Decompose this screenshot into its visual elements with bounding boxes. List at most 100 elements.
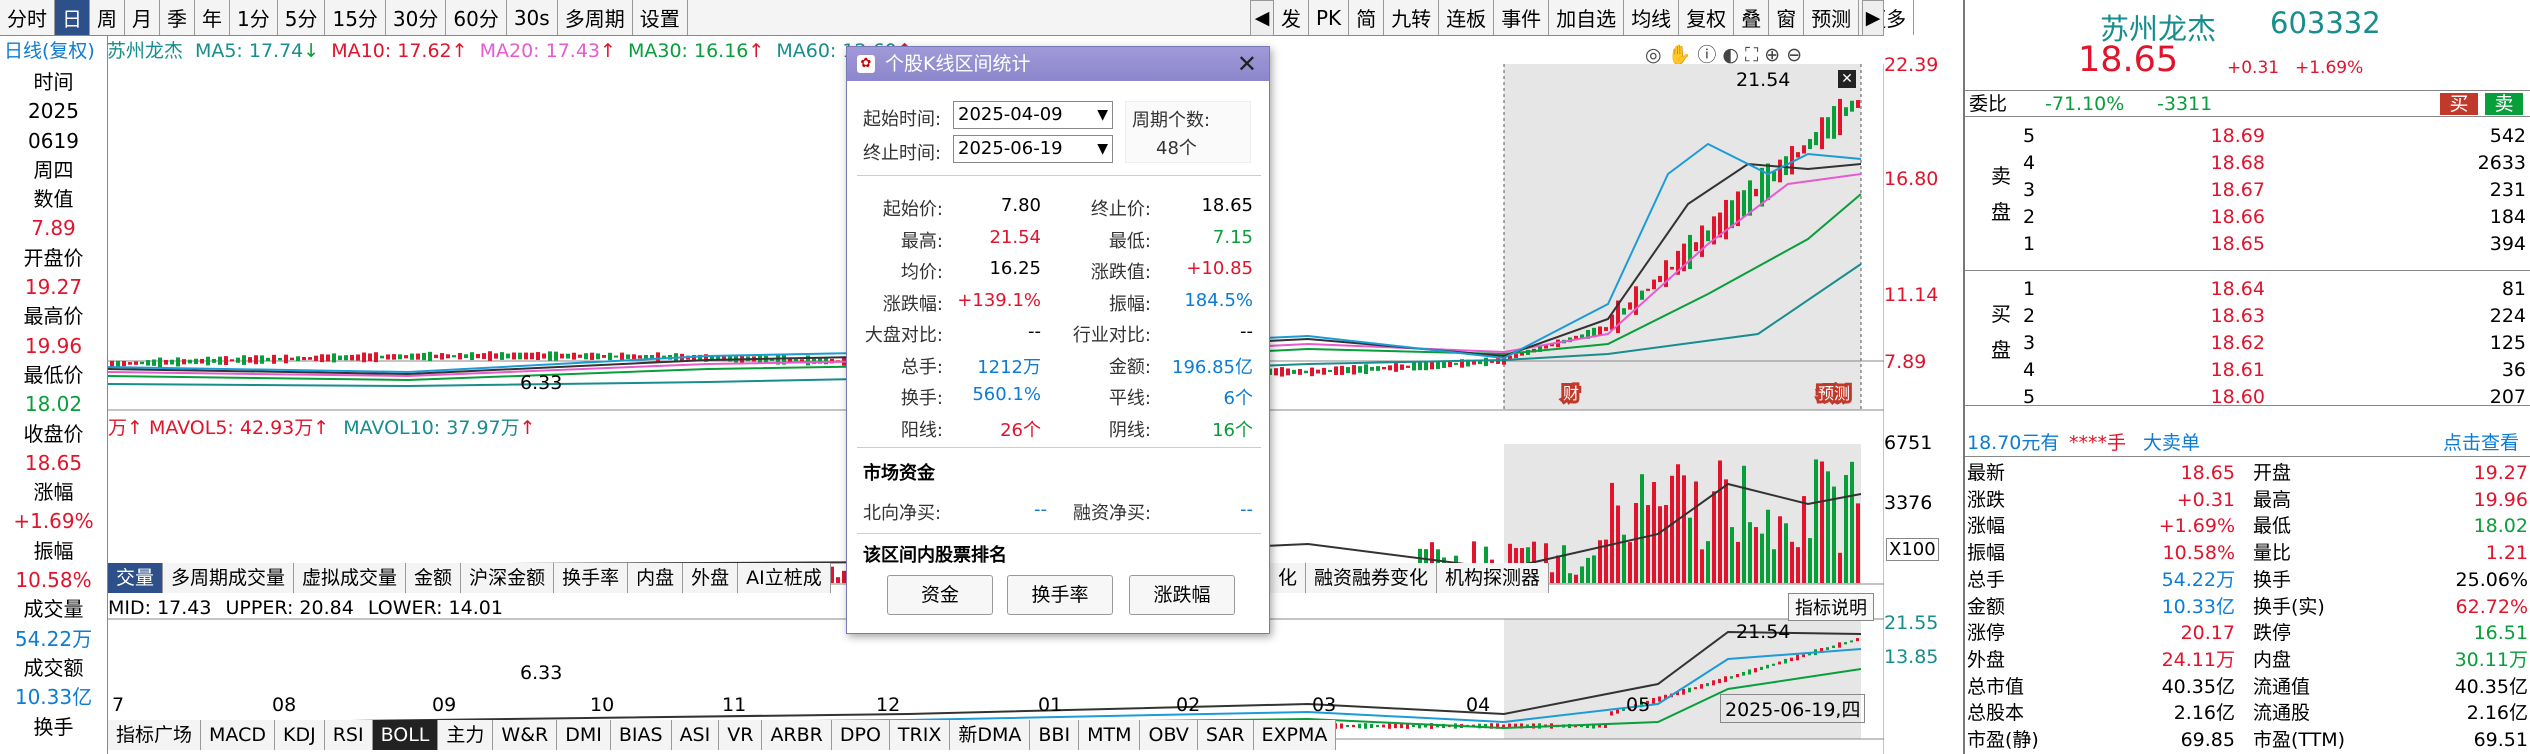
scroll-arrow-right[interactable]: ▶ bbox=[1862, 0, 1884, 36]
bottom-tab-9[interactable]: ASI bbox=[671, 720, 720, 750]
volume-bar bbox=[1814, 459, 1818, 583]
bottom-tab-6[interactable]: W&R bbox=[493, 720, 558, 750]
rank-change-button[interactable]: 涨跌幅 bbox=[1129, 575, 1235, 615]
period-tab-9[interactable]: 30分 bbox=[386, 0, 447, 35]
bottom-tab-18[interactable]: SAR bbox=[1197, 720, 1254, 750]
bottom-tab-0[interactable]: 指标广场 bbox=[108, 720, 202, 750]
indicator-tab-0[interactable]: 交量 bbox=[108, 563, 164, 593]
tool-item-3[interactable]: 九转 bbox=[1384, 0, 1440, 35]
rank-fund-button[interactable]: 资金 bbox=[887, 575, 993, 615]
indicator-tab-6[interactable]: 内盘 bbox=[628, 563, 684, 593]
indicator-tab-extra-0[interactable]: 化 bbox=[1270, 563, 1307, 593]
period-tab-5[interactable]: 年 bbox=[195, 0, 230, 35]
candle bbox=[524, 352, 528, 360]
volume-bar bbox=[1820, 461, 1824, 583]
indicator-tab-extra-2[interactable]: 机构探测器 bbox=[1437, 563, 1550, 593]
boll-candle bbox=[1388, 723, 1391, 729]
volume-bar bbox=[1832, 486, 1836, 583]
stat-name-a-8: 总市值 bbox=[1967, 675, 2025, 698]
tool-item-8[interactable]: 复权 bbox=[1679, 0, 1735, 35]
weicha-value: -3311 bbox=[2157, 93, 2213, 115]
candle bbox=[254, 355, 258, 365]
bottom-tab-19[interactable]: EXPMA bbox=[1253, 720, 1337, 750]
period-tab-0[interactable]: 分时 bbox=[0, 0, 55, 35]
bottom-tab-3[interactable]: RSI bbox=[324, 720, 373, 750]
scroll-arrow-left[interactable]: ◀ bbox=[1250, 0, 1274, 36]
boll-candle bbox=[1784, 658, 1787, 664]
candle bbox=[1388, 365, 1392, 371]
bottom-tab-13[interactable]: TRIX bbox=[889, 720, 951, 750]
tool-item-0[interactable]: 发 bbox=[1274, 0, 1309, 35]
candle bbox=[278, 357, 282, 361]
indicator-tab-extra-1[interactable]: 融资融券变化 bbox=[1306, 563, 1438, 593]
rank-turnover-button[interactable]: 换手率 bbox=[1007, 575, 1113, 615]
boll-candle bbox=[1682, 688, 1685, 695]
period-tab-8[interactable]: 15分 bbox=[325, 0, 386, 35]
close-selection-icon[interactable]: ✕ bbox=[1838, 70, 1856, 88]
tool-item-9[interactable]: 叠 bbox=[1734, 0, 1770, 35]
bottom-tab-8[interactable]: BIAS bbox=[610, 720, 672, 750]
bottom-tab-16[interactable]: MTM bbox=[1079, 720, 1141, 750]
period-tab-11[interactable]: 30s bbox=[507, 0, 558, 35]
period-tab-7[interactable]: 5分 bbox=[278, 0, 326, 35]
dialog-close-icon[interactable]: ✕ bbox=[1237, 47, 1257, 81]
period-tab-3[interactable]: 月 bbox=[125, 0, 160, 35]
bottom-tab-5[interactable]: 主力 bbox=[438, 720, 494, 750]
indicator-tab-2[interactable]: 虚拟成交量 bbox=[294, 563, 407, 593]
tool-item-4[interactable]: 连板 bbox=[1439, 0, 1495, 35]
period-tab-6[interactable]: 1分 bbox=[230, 0, 278, 35]
indicator-tab-1[interactable]: 多周期成交量 bbox=[163, 563, 295, 593]
info-item-2: 0619 bbox=[28, 128, 79, 153]
bottom-tab-11[interactable]: ARBR bbox=[762, 720, 832, 750]
candle bbox=[1430, 361, 1434, 370]
tool-item-6[interactable]: 加自选 bbox=[1549, 0, 1625, 35]
indicator-tab-3[interactable]: 金额 bbox=[406, 563, 462, 593]
start-time-select[interactable]: 2025-04-09 bbox=[953, 101, 1113, 129]
bottom-tab-2[interactable]: KDJ bbox=[274, 720, 325, 750]
sell-button[interactable]: 卖 bbox=[2485, 93, 2523, 115]
indicator-tab-7[interactable]: 外盘 bbox=[683, 563, 739, 593]
bottom-tab-4[interactable]: BOLL bbox=[372, 720, 439, 750]
info-item-18: 成交量 bbox=[23, 597, 84, 622]
bottom-tab-17[interactable]: OBV bbox=[1140, 720, 1198, 750]
candle bbox=[464, 354, 468, 359]
period-tab-1[interactable]: 日 bbox=[55, 0, 90, 35]
boll-candle bbox=[1730, 676, 1733, 679]
chart-icons[interactable]: ◎ ✋ ⓘ ◐ ⛶ ⊕ ⊖ bbox=[1645, 40, 1802, 67]
candle bbox=[572, 352, 576, 360]
tool-item-1[interactable]: PK bbox=[1309, 0, 1350, 35]
volume-bar bbox=[1658, 506, 1662, 583]
period-tab-12[interactable]: 多周期 bbox=[558, 0, 633, 35]
tool-item-10[interactable]: 窗 bbox=[1769, 0, 1805, 35]
bottom-tab-7[interactable]: DMI bbox=[557, 720, 611, 750]
buy-button[interactable]: 买 bbox=[2440, 93, 2478, 115]
asks-price-2: 18.67 bbox=[2210, 179, 2265, 201]
indicator-help-button[interactable]: 指标说明 bbox=[1788, 593, 1874, 621]
candle bbox=[446, 354, 450, 359]
tool-item-2[interactable]: 简 bbox=[1349, 0, 1385, 35]
period-tab-4[interactable]: 季 bbox=[160, 0, 195, 35]
tool-item-7[interactable]: 均线 bbox=[1624, 0, 1680, 35]
tool-item-5[interactable]: 事件 bbox=[1494, 0, 1550, 35]
indicator-tab-5[interactable]: 换手率 bbox=[554, 563, 629, 593]
bottom-tab-12[interactable]: DPO bbox=[831, 720, 890, 750]
stat-label-left-7: 阳线: bbox=[900, 419, 943, 441]
volume-bar bbox=[1838, 552, 1842, 583]
bottom-tab-1[interactable]: MACD bbox=[201, 720, 275, 750]
cai-marker[interactable]: 财 bbox=[1560, 381, 1582, 406]
period-tab-13[interactable]: 设置 bbox=[633, 0, 688, 35]
bottom-tab-10[interactable]: VR bbox=[719, 720, 763, 750]
indicator-tab-8[interactable]: AI立桩成 bbox=[738, 563, 831, 593]
tool-item-11[interactable]: 预测 bbox=[1804, 0, 1860, 35]
end-time-select[interactable]: 2025-06-19 bbox=[953, 135, 1113, 163]
bottom-tab-14[interactable]: 新DMA bbox=[950, 720, 1031, 750]
boll-candle bbox=[1364, 723, 1367, 729]
bottom-tab-15[interactable]: BBI bbox=[1030, 720, 1080, 750]
period-tab-2[interactable]: 周 bbox=[90, 0, 125, 35]
asks-row-3: 2 18.66 184 bbox=[1965, 204, 2530, 231]
period-tab-10[interactable]: 60分 bbox=[446, 0, 507, 35]
indicator-tab-4[interactable]: 沪深金额 bbox=[461, 563, 555, 593]
yuce-marker[interactable]: 预测 bbox=[1815, 381, 1853, 406]
big-order-link[interactable]: 点击查看 bbox=[2443, 430, 2519, 456]
quote-price: 18.65 bbox=[2078, 40, 2179, 80]
